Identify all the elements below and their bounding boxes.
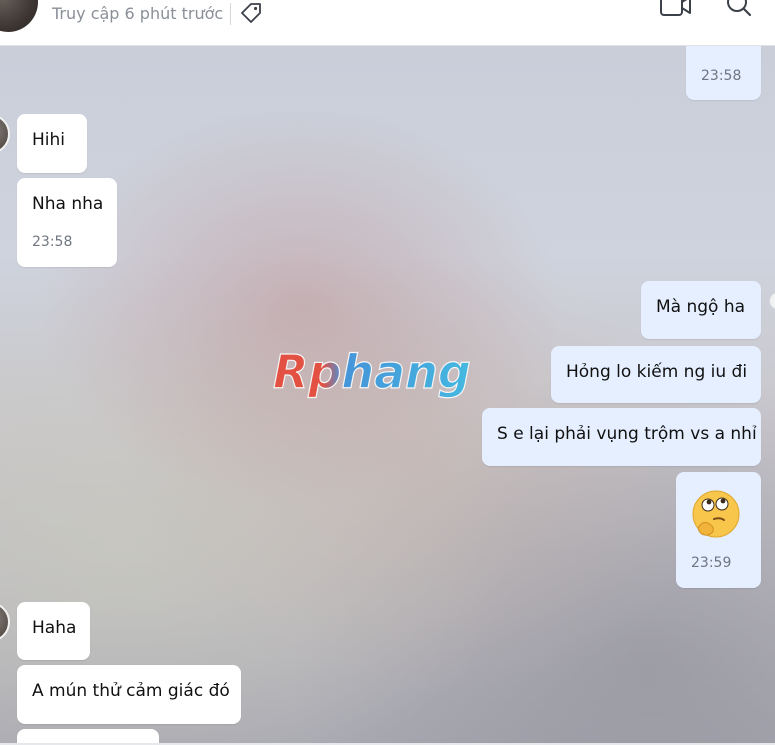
message-bubble-incoming[interactable]: Hihi — [17, 114, 87, 173]
message-bubble-outgoing[interactable]: Mà ngộ ha — [641, 281, 761, 339]
tag-icon[interactable] — [239, 1, 263, 25]
message-list[interactable]: 23:58 Hihi Nha nha 23:58 Mà ngộ ha Hỏng … — [0, 46, 775, 743]
message-text: S e lại phải vụng trộm vs a nhỉ — [497, 424, 757, 444]
message-text: Hihi — [32, 130, 66, 150]
message-text: A mún thử cảm giác đó — [32, 681, 230, 701]
message-bubble-incoming[interactable]: A mún thử cảm giác đó — [17, 665, 241, 724]
sender-avatar[interactable] — [0, 114, 10, 154]
message-bubble-incoming[interactable]: Nha nha 23:58 — [17, 178, 117, 267]
chat-window: Truy cập 6 phút trước 23:58 Hihi Nha nha… — [0, 0, 775, 745]
message-text: Hỏng lo kiếm ng iu đi — [566, 362, 748, 382]
message-bubble-outgoing[interactable]: Hỏng lo kiếm ng iu đi — [551, 346, 761, 403]
watermark-text: Rphang — [273, 345, 471, 399]
contact-avatar[interactable] — [0, 0, 38, 32]
sender-avatar[interactable] — [0, 602, 10, 642]
message-text: Mà ngộ ha — [656, 297, 746, 317]
watermark-logo: Rphang — [272, 344, 471, 399]
message-time: 23:59 — [691, 555, 732, 571]
message-bubble-outgoing[interactable]: S e lại phải vụng trộm vs a nhỉ — [482, 408, 761, 466]
header-divider — [230, 3, 231, 25]
thinking-face-emoji — [692, 490, 740, 538]
message-bubble-incoming[interactable]: Haha — [17, 602, 90, 660]
message-bubble-outgoing[interactable]: 23:58 — [686, 46, 761, 100]
search-icon[interactable] — [726, 0, 752, 18]
message-time: 23:58 — [32, 234, 73, 250]
message-bubble-incoming[interactable] — [17, 729, 159, 743]
message-bubble-outgoing[interactable]: 23:59 — [676, 472, 761, 588]
message-text: Haha — [32, 618, 77, 638]
message-time: 23:58 — [701, 68, 742, 84]
video-call-icon[interactable] — [660, 0, 692, 18]
message-text: Nha nha — [32, 194, 104, 214]
last-seen-status: Truy cập 6 phút trước — [52, 4, 224, 23]
seen-indicator — [769, 292, 775, 310]
chat-header: Truy cập 6 phút trước — [0, 0, 775, 46]
